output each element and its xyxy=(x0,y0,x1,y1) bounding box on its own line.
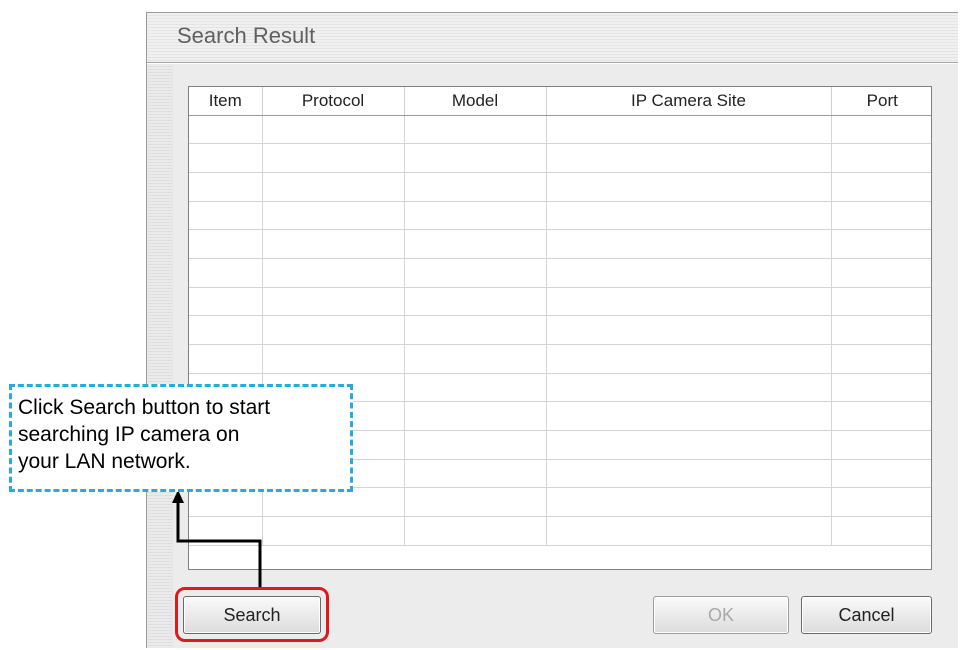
screenshot-page: Search Result Item Protocol Model IP Cam… xyxy=(0,0,962,650)
callout-line-3: your LAN network. xyxy=(18,450,191,473)
instruction-callout: Click Search button to start searching I… xyxy=(9,384,353,492)
callout-line-1: Click Search button to start xyxy=(18,396,271,419)
callout-connector-arrow xyxy=(172,490,262,587)
connector-line xyxy=(176,500,262,587)
callout-line-2: searching IP camera on xyxy=(18,423,240,446)
